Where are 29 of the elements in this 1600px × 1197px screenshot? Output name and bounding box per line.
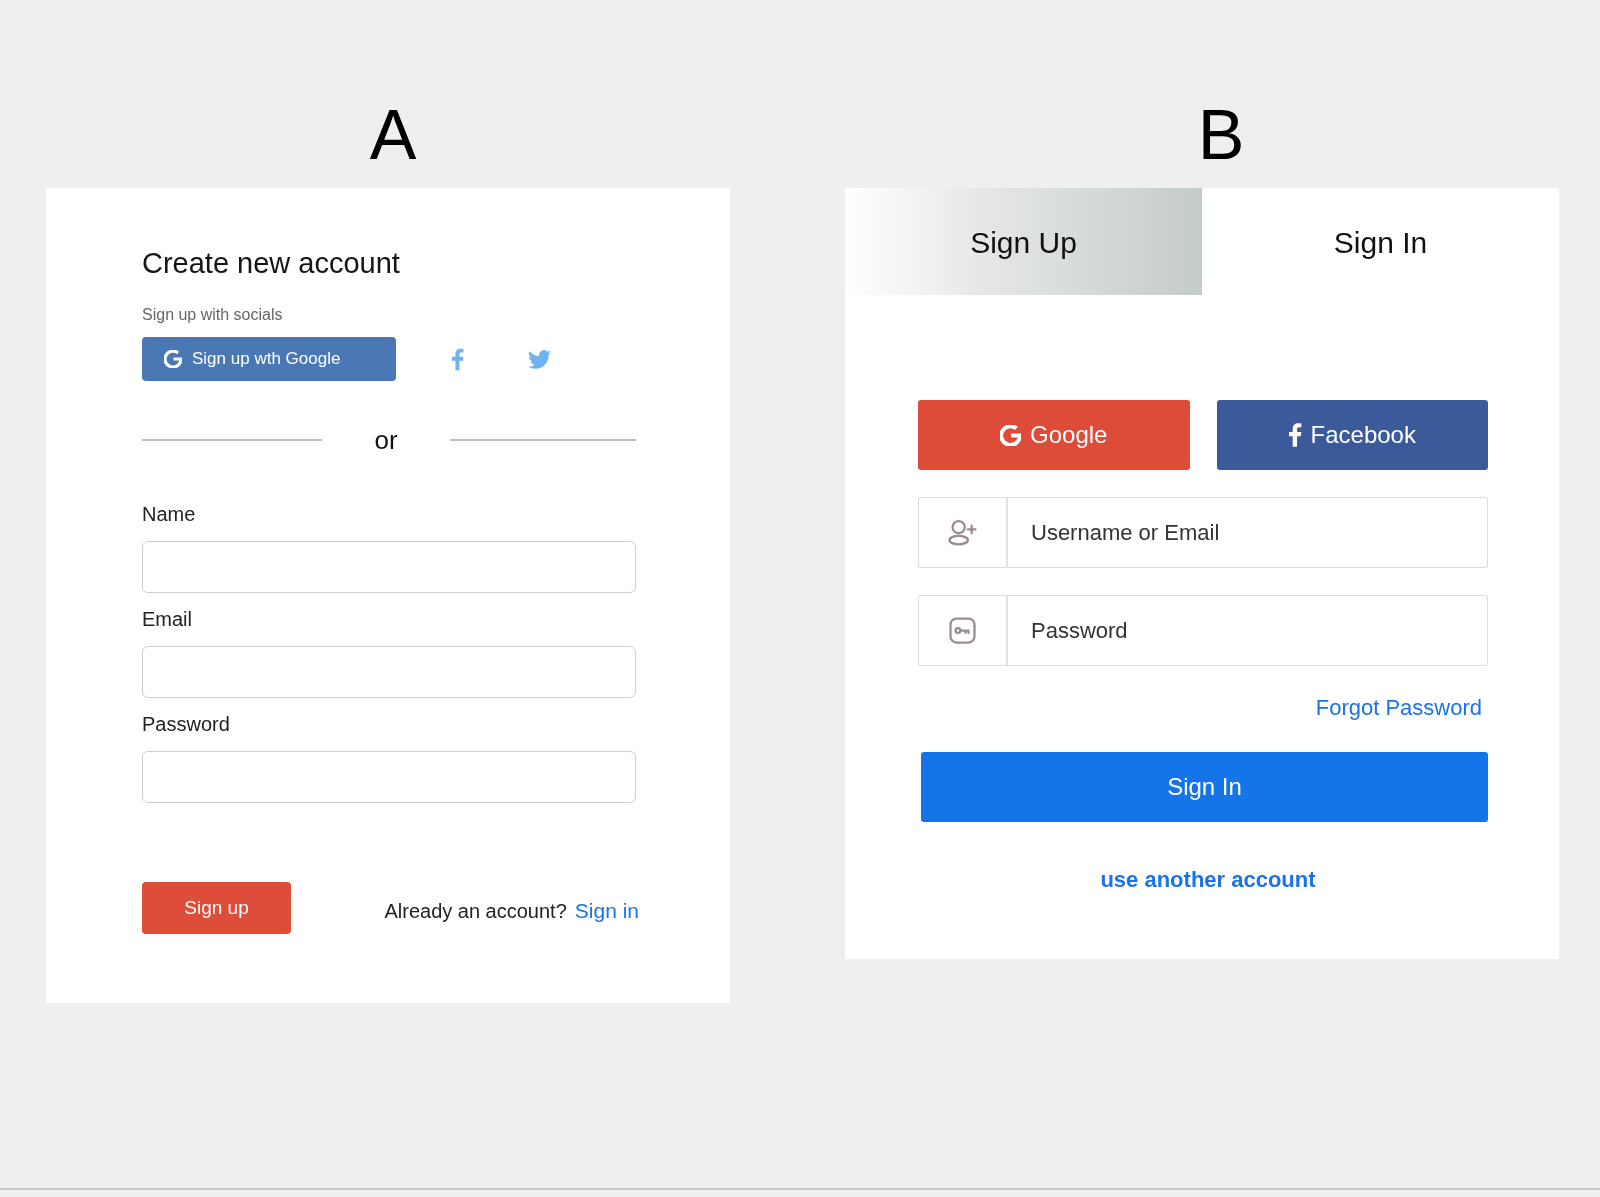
facebook-f-icon	[1288, 423, 1302, 447]
facebook-icon[interactable]	[452, 347, 464, 371]
input-field[interactable]	[142, 541, 636, 593]
google-g-icon	[164, 350, 182, 368]
use-another-account-link[interactable]: use another account	[1100, 867, 1316, 893]
username-field[interactable]: Username or Email	[1008, 497, 1488, 568]
twitter-bird-icon[interactable]	[528, 349, 551, 369]
user-plus-icon	[948, 519, 977, 546]
form-title: Create new account	[142, 246, 401, 280]
google-signup-button[interactable]: Sign up wth Google	[142, 337, 396, 381]
separator-text: or	[373, 425, 399, 455]
google-button[interactable]: Google	[918, 400, 1190, 470]
google-g-icon	[1000, 424, 1022, 446]
input-field[interactable]	[142, 646, 636, 698]
socials-label: Sign up with socials	[142, 305, 284, 325]
field-label: Email	[142, 607, 193, 631]
facebook-button[interactable]: Facebook	[1216, 400, 1488, 470]
account-prompt: Already an account?	[384, 899, 567, 923]
variant-label: A	[369, 100, 417, 170]
input-field[interactable]	[142, 751, 636, 803]
forgot-password-link[interactable]: Forgot Password	[1315, 695, 1482, 721]
sign-in-link[interactable]: Sign in	[574, 899, 639, 923]
field-label: Password	[142, 712, 231, 736]
signup-button[interactable]: Sign up	[142, 882, 291, 934]
sign-in-button[interactable]: Sign In	[921, 752, 1488, 822]
password-field[interactable]: Password	[1008, 595, 1488, 666]
variant-label: B	[1197, 100, 1245, 170]
field-label: Name	[142, 502, 197, 526]
key-icon	[948, 617, 977, 644]
